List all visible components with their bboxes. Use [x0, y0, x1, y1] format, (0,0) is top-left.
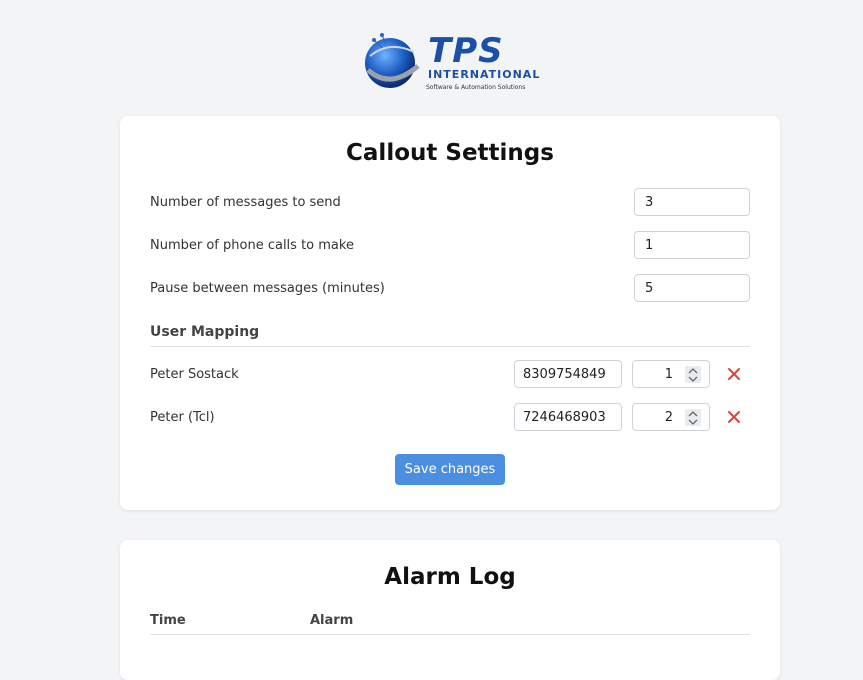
callout-settings-card: Callout Settings Number of messages to s…	[120, 116, 780, 510]
phone-calls-input[interactable]	[634, 231, 750, 259]
user-mapping-heading: User Mapping	[150, 324, 750, 347]
chevron-up-down-icon[interactable]	[685, 366, 701, 383]
save-changes-button[interactable]: Save changes	[395, 454, 505, 485]
user-order-stepper[interactable]: 1	[632, 360, 710, 388]
column-header-alarm: Alarm	[310, 613, 354, 628]
alarm-log-card: Alarm Log Time Alarm	[120, 540, 780, 680]
close-icon[interactable]	[726, 366, 742, 382]
user-name: Peter Sostack	[150, 367, 239, 382]
pause-between-messages-row: Pause between messages (minutes)	[150, 274, 750, 304]
alarm-log-title: Alarm Log	[384, 564, 516, 590]
messages-to-send-input[interactable]	[634, 188, 750, 216]
phone-calls-row: Number of phone calls to make	[150, 231, 750, 261]
user-name: Peter (Tcl)	[150, 410, 215, 425]
alarm-log-header: Time Alarm	[150, 613, 750, 635]
user-order-value: 2	[664, 410, 673, 425]
column-header-time: Time	[150, 613, 186, 628]
chevron-up-down-icon[interactable]	[685, 409, 701, 426]
user-phone-input[interactable]	[514, 360, 622, 388]
user-phone-input[interactable]	[514, 403, 622, 431]
phone-calls-label: Number of phone calls to make	[150, 238, 354, 253]
logo-tagline: Software & Automation Solutions	[426, 84, 526, 91]
callout-settings-title: Callout Settings	[346, 140, 554, 166]
messages-to-send-row: Number of messages to send	[150, 188, 750, 218]
user-mapping-row: Peter Sostack 1	[150, 360, 750, 390]
user-order-stepper[interactable]: 2	[632, 403, 710, 431]
tps-logo: TPS INTERNATIONAL Software & Automation …	[360, 30, 540, 96]
user-order-value: 1	[664, 367, 673, 382]
logo-subtitle: INTERNATIONAL	[428, 68, 541, 81]
close-icon[interactable]	[726, 409, 742, 425]
logo-name: TPS	[428, 31, 504, 71]
pause-between-messages-input[interactable]	[634, 274, 750, 302]
messages-to-send-label: Number of messages to send	[150, 195, 341, 210]
pause-between-messages-label: Pause between messages (minutes)	[150, 281, 385, 296]
user-mapping-row: Peter (Tcl) 2	[150, 403, 750, 433]
